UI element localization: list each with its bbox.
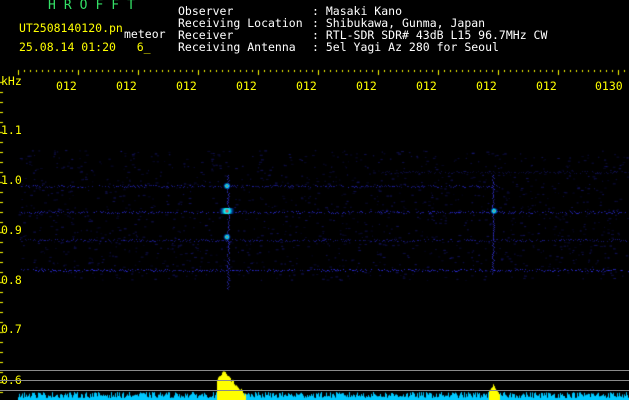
x-tick-label: 0130 bbox=[595, 79, 623, 93]
x-tick-label: 012 bbox=[476, 79, 497, 93]
info-row-antenna: Receiving Antenna : 5el Yagi Az 280 for … bbox=[178, 41, 547, 53]
filename-label: UT2508140120.pn bbox=[19, 21, 123, 35]
spectrogram-canvas bbox=[0, 0, 629, 400]
brand-title: HROFFT bbox=[48, 0, 143, 13]
histogram-guide-line bbox=[0, 370, 629, 371]
x-tick-label: 012 bbox=[356, 79, 377, 93]
event-tag: meteor bbox=[124, 27, 166, 41]
y-tick-label: 0.8 bbox=[1, 273, 22, 287]
y-tick-label: 0.9 bbox=[1, 223, 22, 237]
datetime-label: 25.08.14 01:20 6_ bbox=[19, 40, 151, 54]
station-info: Observer : Masaki Kano Receiving Locatio… bbox=[178, 5, 547, 53]
x-tick-label: 012 bbox=[176, 79, 197, 93]
x-tick-label: 012 bbox=[236, 79, 257, 93]
histogram-guide-line bbox=[0, 390, 629, 391]
x-tick-label: 012 bbox=[416, 79, 437, 93]
info-key: Receiving Antenna bbox=[178, 40, 296, 54]
x-tick-label: 012 bbox=[56, 79, 77, 93]
y-tick-label: 0.7 bbox=[1, 322, 22, 336]
y-tick-label: 1.0 bbox=[1, 173, 22, 187]
x-tick-label: 012 bbox=[296, 79, 317, 93]
y-tick-label: 1.1 bbox=[1, 123, 22, 137]
x-tick-label: 012 bbox=[116, 79, 137, 93]
x-tick-label: 012 bbox=[536, 79, 557, 93]
y-axis-unit: kHz bbox=[1, 74, 22, 88]
histogram-guide-line bbox=[0, 380, 629, 381]
info-value: : 5el Yagi Az 280 for Seoul bbox=[312, 40, 499, 54]
